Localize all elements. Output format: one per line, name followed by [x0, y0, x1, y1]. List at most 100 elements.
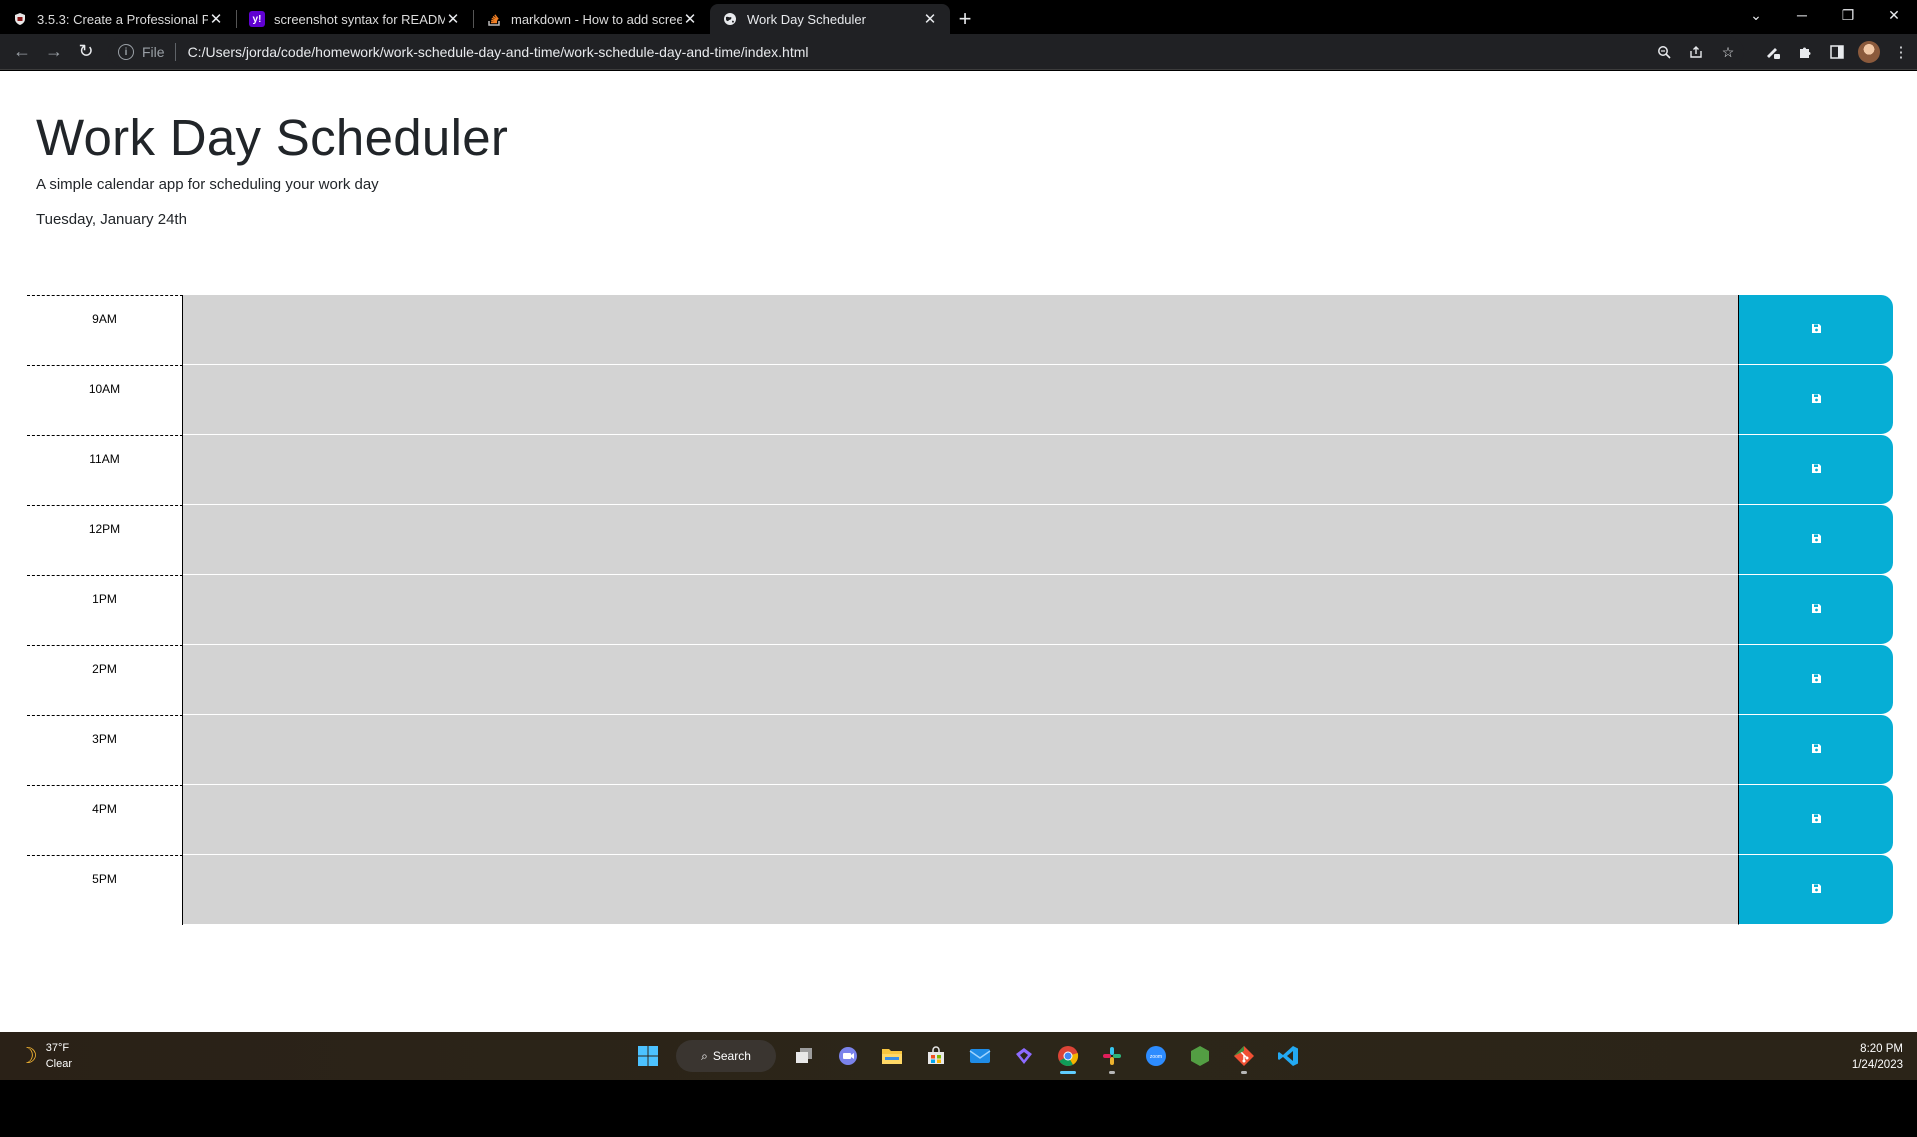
- event-description[interactable]: [183, 295, 1738, 365]
- tab-title: screenshot syntax for READMES: [274, 11, 445, 27]
- hour-label: 2PM: [27, 645, 183, 715]
- zoom-icon[interactable]: [1648, 37, 1680, 67]
- minimize-icon[interactable]: ─: [1779, 0, 1825, 30]
- slack-icon[interactable]: [1092, 1036, 1132, 1076]
- window-controls: ⌄ ─ ❐ ✕: [1733, 0, 1917, 30]
- save-icon: [1811, 742, 1822, 757]
- save-button[interactable]: [1738, 855, 1893, 925]
- vscode-icon[interactable]: [1268, 1036, 1308, 1076]
- hour-label: 1PM: [27, 575, 183, 645]
- save-button[interactable]: [1738, 295, 1893, 365]
- screen-bottom-edge: [0, 1080, 1917, 1137]
- windows-taskbar: ☽ 37°F Clear ⌕ Search zoom 8:20 PM 1/24/…: [0, 1032, 1917, 1080]
- schedule-container: 9AM 10AM 11AM 12PM 1PM 2PM 3PM 4PM 5PM: [27, 295, 1893, 925]
- time-block: 9AM: [27, 295, 1893, 365]
- pen-extension-icon[interactable]: [1757, 36, 1789, 68]
- hour-label: 10AM: [27, 365, 183, 435]
- clock-time: 8:20 PM: [1860, 1043, 1903, 1055]
- event-description[interactable]: [183, 855, 1738, 925]
- close-tab-icon[interactable]: ✕: [445, 10, 461, 28]
- file-explorer-icon[interactable]: [872, 1036, 912, 1076]
- save-button[interactable]: [1738, 645, 1893, 715]
- git-icon[interactable]: [1224, 1036, 1264, 1076]
- windows-start-icon[interactable]: [628, 1036, 668, 1076]
- taskbar-apps: ⌕ Search zoom: [626, 1036, 1310, 1076]
- event-description[interactable]: [183, 645, 1738, 715]
- stackoverflow-icon: [486, 11, 502, 27]
- save-icon: [1811, 532, 1822, 547]
- extensions-puzzle-icon[interactable]: [1789, 36, 1821, 68]
- mail-icon[interactable]: [960, 1036, 1000, 1076]
- hour-label: 5PM: [27, 855, 183, 925]
- weather-condition: Clear: [45, 1058, 73, 1070]
- save-button[interactable]: [1738, 365, 1893, 435]
- save-button[interactable]: [1738, 435, 1893, 505]
- save-button[interactable]: [1738, 575, 1893, 645]
- address-bar[interactable]: i File C:/Users/jorda/code/homework/work…: [108, 37, 1744, 67]
- extensions-area: ⋮: [1757, 36, 1917, 68]
- teams-chat-icon[interactable]: [828, 1036, 868, 1076]
- browser-tab[interactable]: y! screenshot syntax for READMES ✕: [237, 4, 473, 34]
- event-description[interactable]: [183, 505, 1738, 575]
- copilot-bing-icon[interactable]: [1004, 1036, 1044, 1076]
- address-url[interactable]: C:/Users/jorda/code/homework/work-schedu…: [188, 44, 809, 60]
- event-description[interactable]: [183, 785, 1738, 855]
- hour-label: 12PM: [27, 505, 183, 575]
- search-icon: ⌕: [701, 1048, 708, 1063]
- bookmark-star-icon[interactable]: ☆: [1712, 37, 1744, 67]
- browser-tab-active[interactable]: Work Day Scheduler ✕: [710, 4, 950, 34]
- time-block: 5PM: [27, 855, 1893, 925]
- time-block: 1PM: [27, 575, 1893, 645]
- task-view-icon[interactable]: [784, 1036, 824, 1076]
- running-app-indicator: [1241, 1071, 1247, 1074]
- reload-icon[interactable]: ↻: [70, 36, 102, 68]
- page-subtitle: A simple calendar app for scheduling you…: [36, 176, 379, 194]
- event-description[interactable]: [183, 575, 1738, 645]
- yahoo-icon: y!: [249, 11, 265, 27]
- kebab-menu-icon[interactable]: ⋮: [1885, 36, 1917, 68]
- zoom-icon[interactable]: zoom: [1136, 1036, 1176, 1076]
- restore-icon[interactable]: ❐: [1825, 0, 1871, 30]
- forward-icon[interactable]: →: [38, 36, 70, 68]
- save-button[interactable]: [1738, 505, 1893, 575]
- taskbar-search-label: Search: [712, 1049, 751, 1063]
- nodejs-icon[interactable]: [1180, 1036, 1220, 1076]
- moon-icon: ☽: [18, 1043, 38, 1068]
- time-block: 10AM: [27, 365, 1893, 435]
- hour-label: 11AM: [27, 435, 183, 505]
- hour-label: 9AM: [27, 295, 183, 365]
- clock-date: 1/24/2023: [1851, 1059, 1903, 1071]
- profile-avatar[interactable]: [1858, 41, 1880, 63]
- share-icon[interactable]: [1680, 37, 1712, 67]
- weather-widget[interactable]: ☽ 37°F Clear: [18, 1040, 72, 1072]
- event-description[interactable]: [183, 715, 1738, 785]
- active-app-indicator: [1060, 1071, 1076, 1074]
- microsoft-store-icon[interactable]: [916, 1036, 956, 1076]
- save-icon: [1811, 462, 1822, 477]
- chrome-icon[interactable]: [1048, 1036, 1088, 1076]
- back-icon[interactable]: ←: [6, 36, 38, 68]
- new-tab-button[interactable]: +: [950, 4, 980, 34]
- close-tab-icon[interactable]: ✕: [208, 10, 224, 28]
- tab-search-icon[interactable]: ⌄: [1733, 0, 1779, 30]
- close-window-icon[interactable]: ✕: [1871, 0, 1917, 30]
- save-icon: [1811, 882, 1822, 897]
- side-panel-icon[interactable]: [1821, 36, 1853, 68]
- system-clock[interactable]: 8:20 PM 1/24/2023: [1852, 1041, 1903, 1073]
- browser-tab[interactable]: markdown - How to add screens ✕: [474, 4, 710, 34]
- browser-tab[interactable]: 3.5.3: Create a Professional Proje ✕: [0, 4, 236, 34]
- tab-title: markdown - How to add screens: [511, 11, 682, 27]
- site-info-icon[interactable]: i: [118, 44, 134, 60]
- taskbar-search[interactable]: ⌕ Search: [676, 1040, 776, 1072]
- close-tab-icon[interactable]: ✕: [682, 10, 698, 28]
- running-app-indicator: [1109, 1071, 1115, 1074]
- save-button[interactable]: [1738, 785, 1893, 855]
- event-description[interactable]: [183, 365, 1738, 435]
- save-icon: [1811, 392, 1822, 407]
- save-icon: [1811, 602, 1822, 617]
- save-button[interactable]: [1738, 715, 1893, 785]
- time-block: 3PM: [27, 715, 1893, 785]
- close-tab-icon[interactable]: ✕: [922, 10, 938, 28]
- event-description[interactable]: [183, 435, 1738, 505]
- address-scheme: File: [142, 44, 165, 60]
